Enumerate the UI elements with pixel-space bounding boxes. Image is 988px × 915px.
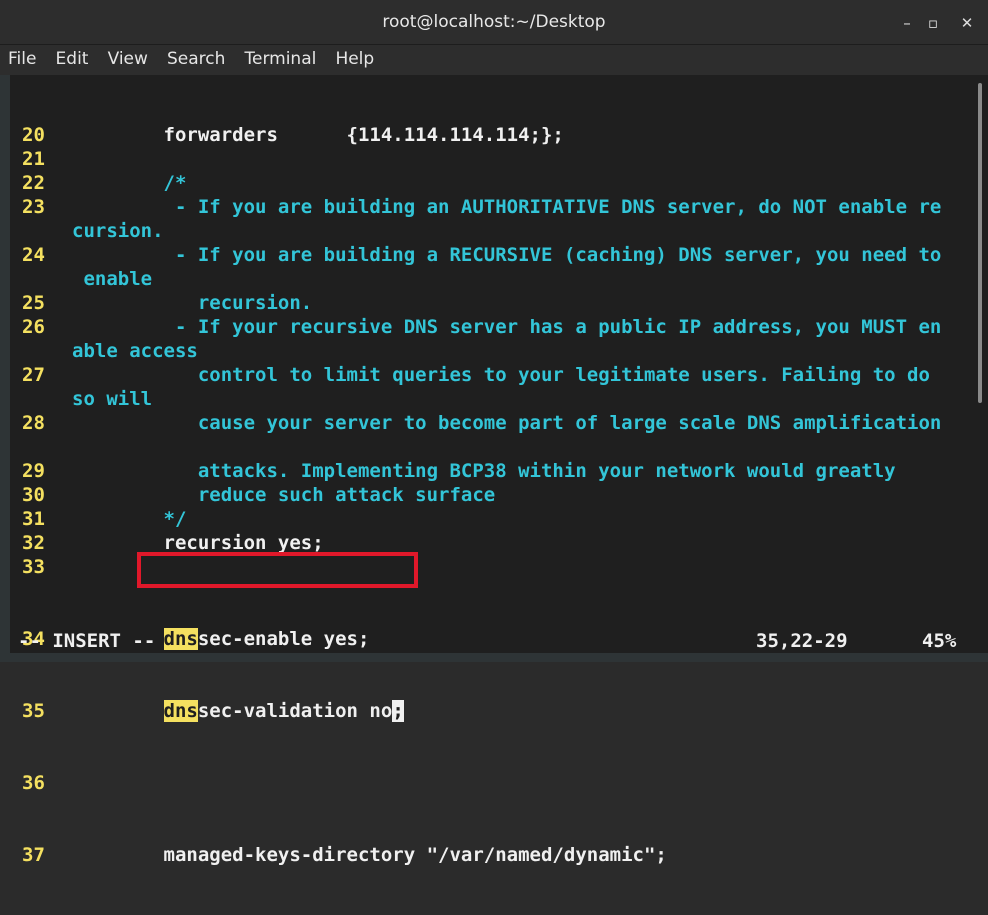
comment-text: enable <box>72 268 153 290</box>
code-line: 24 - If you are building a RECURSIVE (ca… <box>10 243 941 267</box>
line-number: 21 <box>22 148 45 170</box>
comment-text: able access <box>72 340 198 362</box>
menu-search[interactable]: Search <box>161 45 231 69</box>
vim-status-line: -- INSERT -- 35,22-29 45% <box>10 630 976 654</box>
terminal-window: root@localhost:~/Desktop – ▫ ✕ File Edit… <box>0 0 988 866</box>
comment-text: recursion. <box>72 292 313 314</box>
line-number: 20 <box>22 124 45 146</box>
code-line: so will <box>10 387 941 411</box>
maximize-icon[interactable]: ▫ <box>922 12 944 34</box>
line-number: 27 <box>22 364 45 386</box>
minimize-icon[interactable]: – <box>896 12 918 34</box>
menu-bar: File Edit View Search Terminal Help <box>0 45 988 75</box>
code-line: cursion. <box>10 219 941 243</box>
cursor-position: 35,22-29 <box>756 630 848 652</box>
comment-text: - If you are building an AUTHORITATIVE D… <box>72 196 942 218</box>
vim-buffer[interactable]: 20 forwarders {114.114.114.114;}; 21 22 /*… <box>10 75 941 915</box>
comment-text: attacks. Implementing BCP38 within your … <box>72 460 896 482</box>
line-number: 26 <box>22 316 45 338</box>
code-line: able access <box>10 339 941 363</box>
line-number: 22 <box>22 172 45 194</box>
menu-view[interactable]: View <box>102 45 154 69</box>
code-line: enable <box>10 267 941 291</box>
comment-text: control to limit queries to your legitim… <box>72 364 930 386</box>
comment-text: so will <box>72 388 153 410</box>
line-number: 28 <box>22 412 45 434</box>
menu-help[interactable]: Help <box>329 45 380 69</box>
menu-edit[interactable]: Edit <box>50 45 95 69</box>
title-bar: root@localhost:~/Desktop – ▫ ✕ <box>0 0 988 45</box>
code-line: 20 forwarders {114.114.114.114;}; <box>10 123 941 147</box>
line-number: 24 <box>22 244 45 266</box>
code-line-37: 37 managed-keys-directory "/var/named/dy… <box>10 843 941 867</box>
code-line: 27 control to limit queries to your legi… <box>10 363 941 387</box>
search-highlight: dns <box>163 700 198 722</box>
comment-text: - If you are building a RECURSIVE (cachi… <box>72 244 942 266</box>
code-line-35: 35 dnssec-validation no; <box>10 699 941 723</box>
line-number: 36 <box>22 772 45 794</box>
comment-text: */ <box>72 508 187 530</box>
scroll-percent: 45% <box>922 630 957 652</box>
code-line: 22 /* <box>10 171 941 195</box>
code-line: 29 attacks. Implementing BCP38 within yo… <box>10 459 941 483</box>
line-number: 31 <box>22 508 45 530</box>
code-line: 31 */ <box>10 507 941 531</box>
code-line: 23 - If you are building an AUTHORITATIV… <box>10 195 941 219</box>
comment-text: /* <box>72 172 187 194</box>
annotation-highlight-box <box>137 552 418 588</box>
comment-text: reduce such attack surface <box>72 484 496 506</box>
close-icon[interactable]: ✕ <box>956 12 978 34</box>
line-number: 23 <box>22 196 45 218</box>
comment-text: cause your server to become part of larg… <box>72 412 942 434</box>
comment-text: cursion. <box>72 220 164 242</box>
window-title: root@localhost:~/Desktop <box>382 12 606 32</box>
line-number: 32 <box>22 532 45 554</box>
code-text: recursion yes; <box>72 532 324 554</box>
code-line: 25 recursion. <box>10 291 941 315</box>
code-line: 21 <box>10 147 941 171</box>
line-number: 35 <box>22 700 45 722</box>
code-line-36: 36 <box>10 771 941 795</box>
code-text: sec-validation no <box>197 700 393 722</box>
menu-file[interactable]: File <box>2 45 42 69</box>
code-line: 30 reduce such attack surface <box>10 483 941 507</box>
code-line: 26 - If your recursive DNS server has a … <box>10 315 941 339</box>
line-number: 30 <box>22 484 45 506</box>
comment-text: - If your recursive DNS server has a pub… <box>72 316 942 338</box>
code-text: managed-keys-directory "/var/named/dynam… <box>72 844 667 866</box>
scrollbar-thumb[interactable] <box>978 83 982 403</box>
line-number: 25 <box>22 292 45 314</box>
text-cursor: ; <box>392 700 404 722</box>
mode-indicator: -- INSERT -- <box>18 630 156 652</box>
line-number: 29 <box>22 460 45 482</box>
line-number: 37 <box>22 844 45 866</box>
terminal-area[interactable]: 20 forwarders {114.114.114.114;}; 21 22 /*… <box>10 75 976 866</box>
menu-terminal[interactable]: Terminal <box>239 45 323 69</box>
code-line: 28 cause your server to become part of l… <box>10 411 941 435</box>
scrollbar[interactable] <box>976 75 988 653</box>
line-number: 33 <box>22 556 45 578</box>
code-text: forwarders {114.114.114.114;}; <box>72 124 564 146</box>
